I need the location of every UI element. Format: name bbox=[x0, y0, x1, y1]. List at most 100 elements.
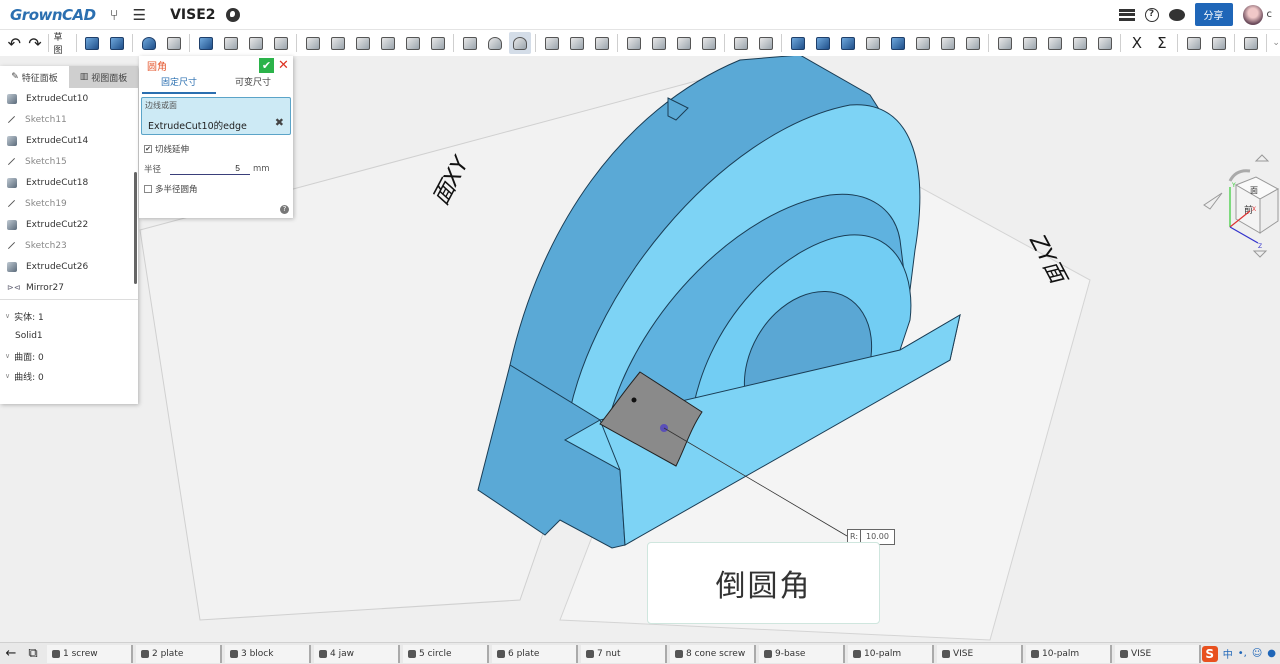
microphone-icon[interactable]: ● bbox=[1267, 648, 1276, 659]
sketch-button[interactable]: 草图 bbox=[54, 32, 72, 56]
surface-trim-button[interactable] bbox=[937, 32, 959, 54]
loft-button[interactable] bbox=[163, 32, 185, 54]
sogou-ime-icon[interactable]: S bbox=[1201, 645, 1218, 662]
split-button[interactable] bbox=[352, 32, 374, 54]
surface-loft-button[interactable] bbox=[812, 32, 834, 54]
emoji-icon[interactable]: ☺ bbox=[1252, 648, 1262, 659]
document-tab[interactable]: 6 plate bbox=[492, 644, 578, 663]
feature-item[interactable]: ⊳⊲ Mirror27 bbox=[0, 277, 138, 298]
open-external-icon[interactable]: ⧉ bbox=[22, 646, 44, 661]
measure-button[interactable] bbox=[1183, 32, 1205, 54]
curve-project-button[interactable] bbox=[1019, 32, 1041, 54]
multi-radius-row[interactable]: 多半径圆角 bbox=[144, 183, 293, 195]
hamburger-menu-icon[interactable]: ☰ bbox=[133, 6, 146, 24]
document-title[interactable]: VISE2 bbox=[170, 7, 215, 23]
document-tab[interactable]: 3 block bbox=[225, 644, 311, 663]
pattern-fill-button[interactable] bbox=[698, 32, 720, 54]
ime-chinese-icon[interactable]: 中 bbox=[1223, 646, 1233, 661]
edge-selection-box[interactable]: 边线或面 ExtrudeCut10的edge ✖ bbox=[141, 97, 291, 135]
mirror-button[interactable] bbox=[541, 32, 563, 54]
feature-item[interactable]: ExtrudeCut26 bbox=[0, 256, 138, 277]
curve-helix-button[interactable] bbox=[1044, 32, 1066, 54]
feature-tree-scrollbar[interactable] bbox=[134, 172, 137, 284]
chevron-down-icon[interactable]: ⌄ bbox=[1272, 38, 1280, 48]
surfaces-group[interactable]: ∨ 曲面: 0 bbox=[0, 346, 138, 366]
feature-item[interactable]: ExtrudeCut18 bbox=[0, 172, 138, 193]
punctuation-icon[interactable]: •, bbox=[1238, 648, 1247, 659]
rotate-ccw-icon[interactable] bbox=[1228, 169, 1251, 182]
rotate-up-arrow-icon[interactable] bbox=[1254, 154, 1270, 162]
app-logo[interactable]: GrownCAD bbox=[10, 6, 96, 24]
sweep-button[interactable] bbox=[138, 32, 160, 54]
extrude-button[interactable] bbox=[81, 32, 103, 54]
document-tab[interactable]: 7 nut bbox=[581, 644, 667, 663]
help-icon[interactable]: ? bbox=[1144, 7, 1159, 22]
document-tab[interactable]: 2 plate bbox=[136, 644, 222, 663]
formula-button[interactable]: Σ bbox=[1151, 32, 1173, 54]
document-tab[interactable]: VISE bbox=[1115, 644, 1201, 663]
undo-button[interactable]: ↶ bbox=[6, 32, 24, 54]
chamfer-button[interactable] bbox=[459, 32, 481, 54]
curve-arc-button[interactable] bbox=[1069, 32, 1091, 54]
tab-fixed-size[interactable]: 固定尺寸 bbox=[142, 74, 216, 94]
surface-fill-button[interactable] bbox=[887, 32, 909, 54]
radius-input[interactable] bbox=[170, 162, 251, 175]
rotate-down-arrow-icon[interactable] bbox=[1252, 250, 1268, 258]
document-tab[interactable]: 10-palm bbox=[848, 644, 934, 663]
thicken-button[interactable] bbox=[591, 32, 613, 54]
variable-button[interactable]: X bbox=[1126, 32, 1148, 54]
clear-selection-icon[interactable]: ✖ bbox=[275, 116, 284, 129]
document-tab[interactable]: 5 circle bbox=[403, 644, 489, 663]
solid-item[interactable]: Solid1 bbox=[0, 326, 138, 346]
selected-edge[interactable]: ExtrudeCut10的edge bbox=[148, 118, 247, 132]
pattern-linear-button[interactable] bbox=[623, 32, 645, 54]
chat-icon[interactable] bbox=[1168, 8, 1185, 21]
fillet-button[interactable] bbox=[508, 32, 531, 54]
surface-extend-button[interactable] bbox=[962, 32, 984, 54]
user-avatar[interactable] bbox=[1242, 4, 1263, 25]
revolve-button[interactable] bbox=[106, 32, 128, 54]
axis-button[interactable] bbox=[755, 32, 777, 54]
solids-group[interactable]: ∨ 实体: 1 bbox=[0, 306, 138, 326]
tab-view-panel[interactable]: ▥ 视图面板 bbox=[69, 66, 138, 88]
curve-spline-button[interactable] bbox=[994, 32, 1016, 54]
document-tab[interactable]: 4 jaw bbox=[314, 644, 400, 663]
draft-button[interactable] bbox=[327, 32, 349, 54]
cancel-button[interactable]: ✕ bbox=[276, 58, 291, 73]
curves-group[interactable]: ∨ 曲线: 0 bbox=[0, 366, 138, 386]
rib-button[interactable] bbox=[402, 32, 424, 54]
feature-item[interactable]: Sketch19 bbox=[0, 193, 138, 214]
tab-variable-size[interactable]: 可变尺寸 bbox=[216, 74, 290, 94]
hole-button[interactable] bbox=[377, 32, 399, 54]
navigation-cube[interactable]: 面 前 Y X Z bbox=[1200, 151, 1280, 261]
branch-icon[interactable]: ⑂ bbox=[110, 6, 119, 24]
feature-item[interactable]: Sketch11 bbox=[0, 109, 138, 130]
globe-icon[interactable] bbox=[225, 7, 240, 22]
feature-item[interactable]: ExtrudeCut14 bbox=[0, 130, 138, 151]
surface-offset-button[interactable] bbox=[862, 32, 884, 54]
fillet-variable-button[interactable] bbox=[484, 32, 506, 54]
document-tab[interactable]: 10-palm bbox=[1026, 644, 1112, 663]
redo-button[interactable]: ↷ bbox=[26, 32, 44, 54]
shell-button[interactable] bbox=[427, 32, 449, 54]
loft-cut-button[interactable] bbox=[270, 32, 292, 54]
surface-extrude-button[interactable] bbox=[787, 32, 809, 54]
document-tab[interactable]: 9-base bbox=[759, 644, 845, 663]
boolean-button[interactable] bbox=[302, 32, 324, 54]
document-tab[interactable]: VISE bbox=[937, 644, 1023, 663]
confirm-button[interactable]: ✔ bbox=[259, 57, 274, 73]
feature-item[interactable]: Sketch23 bbox=[0, 235, 138, 256]
feature-item[interactable]: ExtrudeCut10 bbox=[0, 88, 138, 109]
multi-radius-checkbox[interactable] bbox=[144, 185, 152, 193]
document-tab[interactable]: 8 cone screw bbox=[670, 644, 756, 663]
sweep-cut-button[interactable] bbox=[245, 32, 267, 54]
feature-item[interactable]: Sketch15 bbox=[0, 151, 138, 172]
pattern-circular-button[interactable] bbox=[648, 32, 670, 54]
curve-spiral-button[interactable] bbox=[1094, 32, 1116, 54]
tangent-checkbox[interactable]: ✔ bbox=[144, 145, 152, 153]
feature-item[interactable]: ExtrudeCut22 bbox=[0, 214, 138, 235]
revolve-cut-button[interactable] bbox=[220, 32, 242, 54]
tangent-propagation-row[interactable]: ✔ 切线延伸 bbox=[144, 143, 293, 155]
tab-feature-panel[interactable]: ✎ 特征面板 bbox=[0, 66, 69, 88]
user-name[interactable]: c bbox=[1267, 9, 1273, 20]
